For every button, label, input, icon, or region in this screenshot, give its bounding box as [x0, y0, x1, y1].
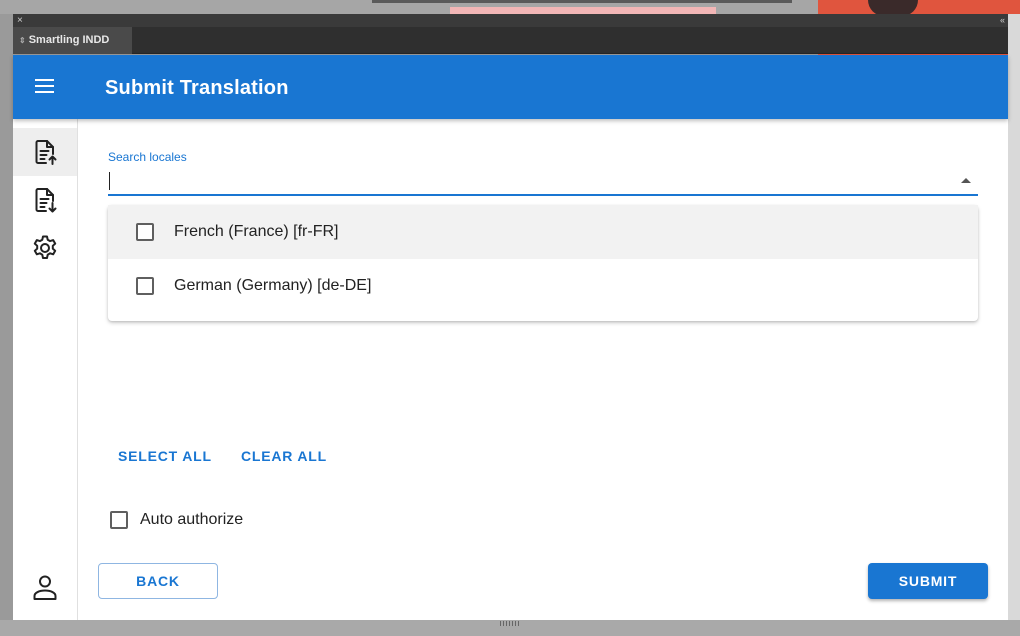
file-upload-icon	[35, 140, 57, 165]
locale-checkbox[interactable]	[136, 223, 154, 241]
locale-label: French (France) [fr-FR]	[174, 223, 339, 240]
auto-authorize-checkbox[interactable]	[110, 511, 128, 529]
sidebar-item-download[interactable]	[13, 176, 77, 224]
canvas-right-edge	[1008, 14, 1020, 636]
submit-button[interactable]: SUBMIT	[868, 563, 988, 599]
search-locales-input[interactable]	[108, 168, 978, 196]
panel-tab-bar: ⇕ Smartling INDD	[13, 27, 1008, 54]
locale-option-de-de[interactable]: German (Germany) [de-DE]	[108, 259, 978, 313]
panel-resize-grip[interactable]	[500, 621, 520, 626]
user-icon	[33, 575, 57, 600]
select-all-button[interactable]: SELECT ALL	[112, 442, 218, 470]
panel-title-bar: × ‹‹	[13, 14, 1008, 27]
page-title: Submit Translation	[105, 77, 289, 99]
back-button[interactable]: BACK	[98, 563, 218, 599]
clear-all-button[interactable]: CLEAR ALL	[235, 442, 333, 470]
panel-collapse-icon[interactable]: ‹‹	[1000, 14, 1005, 27]
tab-label: Smartling INDD	[28, 34, 110, 46]
auto-authorize-label: Auto authorize	[140, 511, 244, 528]
search-locales-label: Search locales	[108, 150, 187, 164]
locale-listbox: French (France) [fr-FR] German (Germany)…	[108, 205, 978, 321]
tab-grip-icon: ⇕	[19, 36, 26, 45]
sidebar-item-settings[interactable]	[13, 224, 77, 272]
sidebar	[13, 119, 78, 620]
sidebar-item-submit[interactable]	[13, 128, 77, 176]
canvas-pink-frame	[450, 7, 716, 14]
locale-checkbox[interactable]	[136, 277, 154, 295]
panel-close-icon[interactable]: ×	[17, 14, 23, 27]
panel-tab-smartling[interactable]: ⇕ Smartling INDD	[13, 27, 132, 54]
file-download-icon	[35, 188, 57, 213]
text-cursor	[109, 172, 110, 190]
locale-option-fr-fr[interactable]: French (France) [fr-FR]	[108, 205, 978, 259]
locale-label: German (Germany) [de-DE]	[174, 277, 372, 294]
dropdown-arrow-icon[interactable]	[961, 178, 971, 183]
app-bar: Submit Translation	[13, 55, 1008, 119]
user-account-button[interactable]	[29, 571, 61, 603]
smartling-app: Submit Translation Search locales French…	[13, 55, 1008, 620]
gear-icon	[33, 235, 57, 259]
canvas-dark-line	[372, 0, 792, 3]
hamburger-menu-icon[interactable]	[35, 79, 55, 95]
